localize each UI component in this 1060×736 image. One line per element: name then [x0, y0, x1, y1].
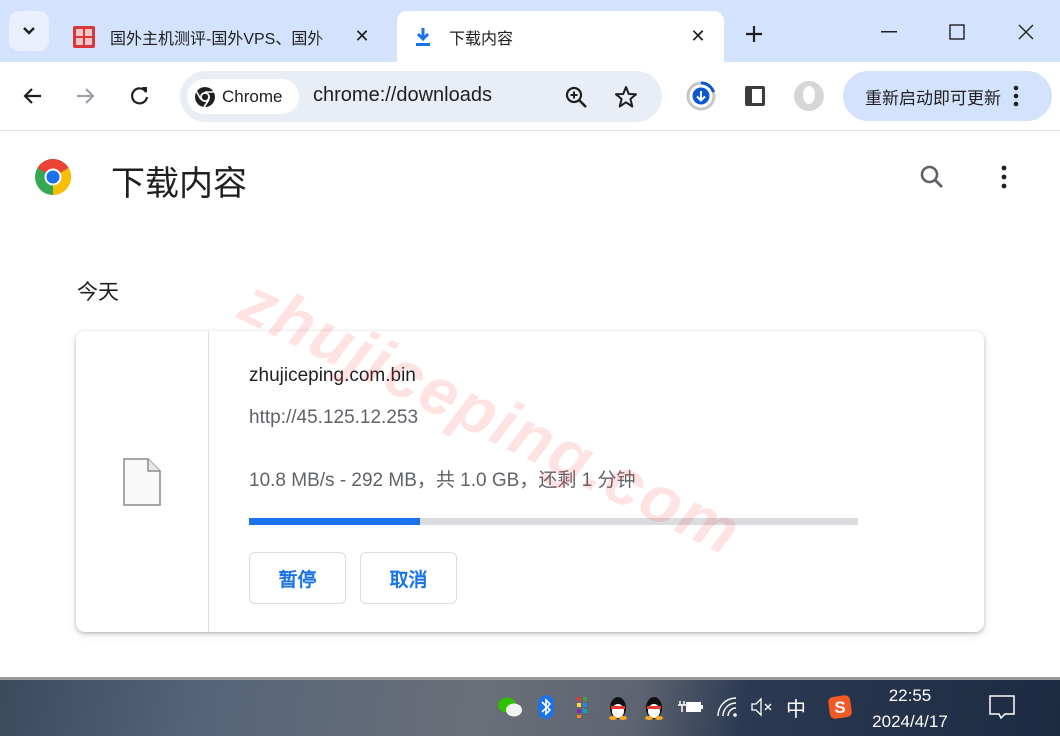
close-tab-icon[interactable]: ✕: [350, 25, 374, 49]
reload-button[interactable]: [122, 78, 158, 114]
tab-zhujiceping[interactable]: 国外主机测评-国外VPS、国外 ✕: [58, 11, 388, 62]
wechat-icon[interactable]: [497, 694, 523, 720]
url-text[interactable]: chrome://downloads: [313, 84, 492, 107]
back-button[interactable]: [14, 78, 50, 114]
downloads-page: 下载内容 今天 zhujiceping.com.bin http://45.12…: [0, 132, 1060, 677]
minimize-button[interactable]: [866, 12, 912, 52]
pause-button[interactable]: 暂停: [249, 552, 346, 604]
chrome-logo-icon: [35, 158, 72, 195]
maximize-button[interactable]: [934, 12, 980, 52]
arrow-right-icon: [77, 88, 95, 104]
zoom-button[interactable]: [562, 83, 590, 111]
tab-title: 国外主机测评-国外VPS、国外: [110, 30, 324, 48]
downloads-button[interactable]: [683, 78, 719, 114]
clock-time: 22:55: [888, 686, 932, 705]
bookmark-button[interactable]: [612, 83, 640, 111]
source-url-link[interactable]: http://45.125.12.253: [249, 407, 418, 429]
bluetooth-icon[interactable]: [533, 694, 559, 720]
notification-center-button[interactable]: [988, 693, 1016, 721]
taskbar: 中 S 22:55 2024/4/17: [0, 680, 1060, 736]
chevron-down-icon: [23, 27, 35, 35]
site-seal-icon: [72, 25, 96, 49]
clock-date: 2024/4/17: [872, 712, 948, 731]
zoom-in-icon: [565, 86, 587, 108]
file-name-link[interactable]: zhujiceping.com.bin: [249, 365, 416, 387]
maximize-icon: [949, 24, 965, 40]
chrome-logo-icon: [195, 86, 215, 107]
side-panel-button[interactable]: [737, 78, 773, 114]
cancel-button[interactable]: 取消: [360, 552, 457, 604]
more-actions-button[interactable]: [989, 162, 1019, 192]
close-window-button[interactable]: [1003, 12, 1049, 52]
site-chip-label: Chrome: [222, 86, 283, 106]
volume-muted-icon[interactable]: [749, 694, 775, 720]
tab-title: 下载内容: [449, 30, 514, 48]
tab-strip: 国外主机测评-国外VPS、国外 ✕ 下载内容 ✕: [0, 0, 1060, 62]
sogou-input-icon[interactable]: S: [827, 694, 853, 720]
new-tab-button[interactable]: [738, 18, 770, 50]
avatar-icon: [794, 81, 824, 111]
toolbar: Chrome chrome://downloads 重新启动即可更新: [0, 62, 1060, 131]
tab-search-button[interactable]: [9, 11, 49, 51]
plus-icon: [746, 26, 762, 42]
file-icon: [123, 457, 161, 506]
tab-downloads[interactable]: 下载内容 ✕: [397, 11, 724, 62]
qq-icon[interactable]: [605, 694, 631, 720]
download-item-card: zhujiceping.com.bin http://45.125.12.253…: [76, 331, 984, 632]
wifi-icon[interactable]: [715, 694, 741, 720]
page-title: 下载内容: [111, 165, 247, 203]
search-icon: [920, 165, 943, 188]
site-chip[interactable]: Chrome: [187, 79, 299, 114]
notification-icon: [989, 695, 1015, 720]
more-vert-icon: [1001, 165, 1007, 189]
file-icon-column: [76, 331, 209, 632]
battery-charging-icon[interactable]: [677, 694, 703, 720]
progress-fill: [249, 518, 420, 525]
download-progress-icon: [686, 81, 716, 111]
profile-button[interactable]: [791, 78, 827, 114]
ime-indicator[interactable]: 中: [783, 694, 809, 721]
forward-button[interactable]: [68, 78, 104, 114]
download-progress-bar: [249, 518, 858, 525]
svg-text:S: S: [834, 698, 845, 717]
close-tab-icon[interactable]: ✕: [686, 25, 710, 49]
side-panel-icon: [745, 86, 765, 106]
download-icon: [411, 25, 435, 49]
color-app-icon[interactable]: [569, 694, 595, 720]
reload-icon: [130, 87, 149, 105]
close-icon: [1018, 24, 1034, 40]
star-icon: [615, 86, 637, 108]
minimize-icon: [881, 31, 897, 33]
date-group-label: 今天: [77, 281, 119, 304]
system-clock[interactable]: 22:55 2024/4/17: [870, 683, 950, 735]
omnibox[interactable]: Chrome chrome://downloads: [180, 71, 662, 122]
search-downloads-button[interactable]: [917, 162, 947, 192]
download-status: 10.8 MB/s - 292 MB，共 1.0 GB，还剩 1 分钟: [249, 470, 636, 491]
update-label: 重新启动即可更新: [865, 88, 1001, 108]
qq-icon[interactable]: [641, 694, 667, 720]
relaunch-update-button[interactable]: 重新启动即可更新: [843, 71, 1052, 121]
arrow-left-icon: [23, 88, 41, 104]
more-vert-icon: [1013, 85, 1019, 107]
